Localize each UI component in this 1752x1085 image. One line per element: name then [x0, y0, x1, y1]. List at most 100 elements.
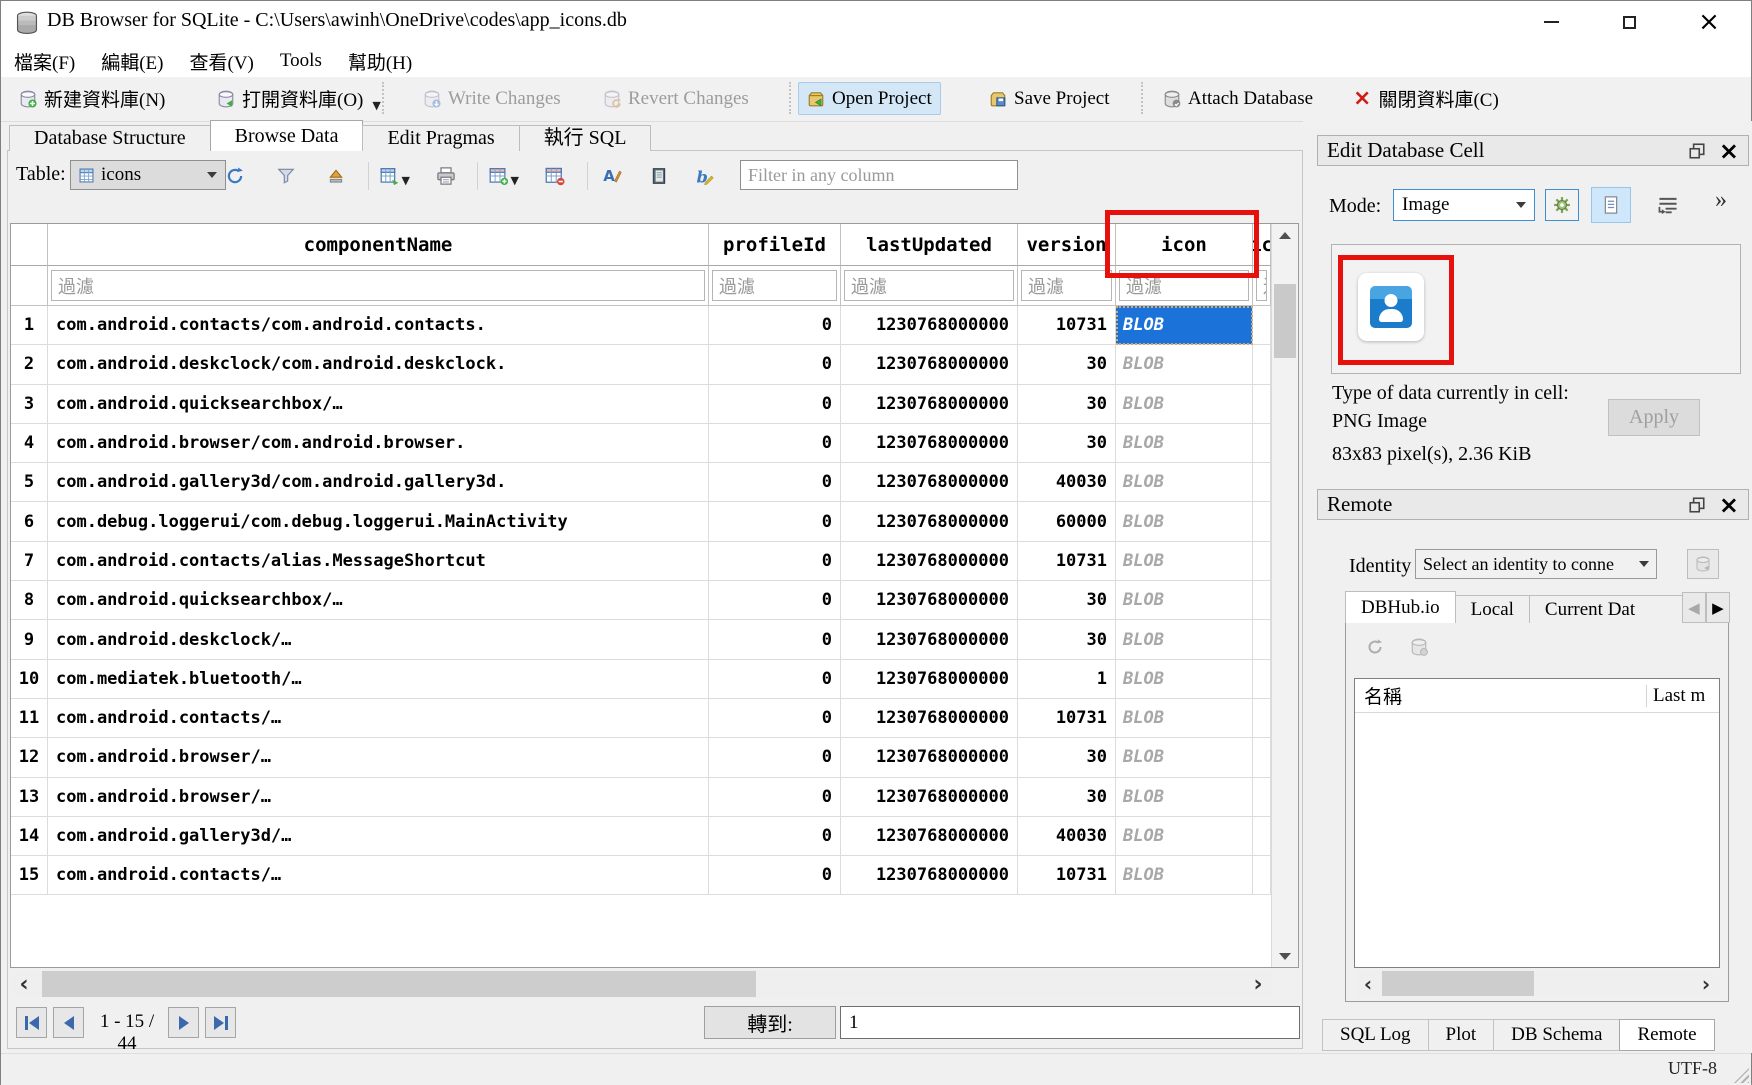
cell-componentName[interactable]: com.android.quicksearchbox/… — [48, 385, 709, 424]
cell-profileId[interactable]: 0 — [709, 542, 841, 581]
cell-icon-blob[interactable]: BLOB — [1116, 620, 1253, 659]
global-filter-input[interactable] — [740, 160, 1018, 190]
cell-profileId[interactable]: 0 — [709, 660, 841, 699]
cell-icon-blob[interactable]: BLOB — [1116, 581, 1253, 620]
scroll-down-button[interactable] — [1272, 945, 1298, 967]
cell-componentName[interactable]: com.android.contacts/… — [48, 699, 709, 738]
column-header-icon[interactable]: icon — [1116, 224, 1253, 266]
cell-version[interactable]: 30 — [1018, 778, 1116, 817]
cell-version[interactable]: 1 — [1018, 660, 1116, 699]
cell-profileId[interactable]: 0 — [709, 620, 841, 659]
print-button[interactable] — [431, 162, 461, 190]
dock-tab-remote[interactable]: Remote — [1619, 1019, 1714, 1051]
cell-icon-blob[interactable]: BLOB — [1116, 856, 1253, 895]
previous-records-button[interactable] — [53, 1007, 84, 1038]
clear-filters-button[interactable] — [271, 162, 301, 190]
cell-version[interactable]: 10731 — [1018, 699, 1116, 738]
tab-edit-pragmas[interactable]: Edit Pragmas — [362, 125, 519, 151]
row-number[interactable]: 13 — [11, 778, 48, 817]
cell-lastUpdated[interactable]: 1230768000000 — [841, 699, 1018, 738]
cell-profileId[interactable]: 0 — [709, 817, 841, 856]
minimize-button[interactable] — [1523, 3, 1579, 41]
cell-componentName[interactable]: com.android.contacts/alias.MessageShortc… — [48, 542, 709, 581]
resize-grip[interactable] — [1734, 1068, 1749, 1083]
remote-tab-local[interactable]: Local — [1455, 595, 1530, 623]
menu-item[interactable]: Tools — [267, 45, 335, 77]
filter-input-lastUpdated[interactable]: 過濾 — [844, 270, 1014, 301]
revert-changes-button[interactable]: Revert Changes — [595, 82, 757, 115]
close-dock-icon[interactable]: × — [1719, 496, 1739, 514]
cell-componentName[interactable]: com.android.browser/… — [48, 778, 709, 817]
cell-partial[interactable] — [1253, 778, 1271, 817]
cell-partial[interactable] — [1253, 345, 1271, 384]
remote-list-header-last-modified[interactable]: Last m — [1646, 685, 1719, 707]
save-filter-button[interactable] — [321, 162, 351, 190]
cell-componentName[interactable]: com.android.browser/com.android.browser. — [48, 424, 709, 463]
row-number[interactable]: 11 — [11, 699, 48, 738]
more-tools-button[interactable]: » — [1715, 187, 1727, 214]
row-number[interactable]: 5 — [11, 463, 48, 502]
cell-icon-blob[interactable]: BLOB — [1116, 463, 1253, 502]
cell-componentName[interactable]: com.android.browser/… — [48, 738, 709, 777]
row-number[interactable]: 9 — [11, 620, 48, 659]
insert-record-button[interactable]: ▼ — [489, 162, 519, 190]
close-dock-icon[interactable]: × — [1719, 142, 1739, 160]
column-format-button[interactable] — [644, 162, 674, 190]
close-database-button[interactable]: × 關閉資料庫(C) — [1345, 82, 1507, 115]
cell-componentName[interactable]: com.android.contacts/com.android.contact… — [48, 306, 709, 345]
cell-partial[interactable] — [1253, 306, 1271, 345]
cell-componentName[interactable]: com.android.deskclock/com.android.deskcl… — [48, 345, 709, 384]
cell-componentName[interactable]: com.android.deskclock/… — [48, 620, 709, 659]
cell-icon-blob[interactable]: BLOB — [1116, 345, 1253, 384]
goto-button[interactable]: 轉到: — [704, 1006, 836, 1039]
vertical-scrollbar-thumb[interactable] — [1274, 284, 1296, 358]
undock-icon[interactable] — [1688, 142, 1706, 160]
cell-version[interactable]: 10731 — [1018, 306, 1116, 345]
mode-select[interactable]: Image — [1393, 189, 1535, 221]
cell-lastUpdated[interactable]: 1230768000000 — [841, 738, 1018, 777]
dock-tab-db-schema[interactable]: DB Schema — [1493, 1019, 1620, 1051]
cell-icon-blob[interactable]: BLOB — [1116, 699, 1253, 738]
delete-record-button[interactable] — [540, 162, 570, 190]
cell-profileId[interactable]: 0 — [709, 856, 841, 895]
text-mode-button[interactable] — [1591, 187, 1631, 223]
cell-profileId[interactable]: 0 — [709, 699, 841, 738]
vertical-scrollbar[interactable] — [1271, 224, 1298, 967]
cell-partial[interactable] — [1253, 738, 1271, 777]
cell-lastUpdated[interactable]: 1230768000000 — [841, 345, 1018, 384]
column-header-version[interactable]: version — [1018, 224, 1116, 266]
filter-input-componentName[interactable]: 過濾 — [51, 270, 705, 301]
first-record-button[interactable] — [16, 1007, 47, 1038]
cell-lastUpdated[interactable]: 1230768000000 — [841, 542, 1018, 581]
menu-item[interactable]: 檔案(F) — [1, 45, 88, 77]
cell-profileId[interactable]: 0 — [709, 738, 841, 777]
sort-edit-button[interactable]: A — [597, 162, 627, 190]
scroll-left-button[interactable]: ‹ — [1355, 970, 1381, 997]
cell-partial[interactable] — [1253, 424, 1271, 463]
filter-input-icon[interactable]: 過濾 — [1119, 270, 1249, 301]
cell-profileId[interactable]: 0 — [709, 463, 841, 502]
scroll-left-button[interactable]: ‹ — [10, 970, 38, 998]
scroll-right-button[interactable]: › — [1244, 970, 1272, 998]
cell-lastUpdated[interactable]: 1230768000000 — [841, 424, 1018, 463]
cell-version[interactable]: 30 — [1018, 581, 1116, 620]
cell-componentName[interactable]: com.debug.loggerui/com.debug.loggerui.Ma… — [48, 502, 709, 541]
cell-icon-blob[interactable]: BLOB — [1116, 660, 1253, 699]
cell-profileId[interactable]: 0 — [709, 424, 841, 463]
export-table-dropdown-icon[interactable]: ▼ — [402, 174, 410, 190]
cell-version[interactable]: 30 — [1018, 620, 1116, 659]
scroll-up-button[interactable] — [1272, 224, 1298, 246]
row-number[interactable]: 10 — [11, 660, 48, 699]
attach-database-button[interactable]: Attach Database — [1155, 82, 1321, 115]
remote-tab-dbhub-io[interactable]: DBHub.io — [1345, 591, 1456, 623]
table-select[interactable]: icons — [70, 160, 226, 190]
edit-cell-toggle-button[interactable]: b — [689, 162, 719, 190]
row-number[interactable]: 12 — [11, 738, 48, 777]
filter-input-partial[interactable]: 過 — [1256, 270, 1267, 301]
maximize-button[interactable] — [1601, 3, 1657, 41]
tab-database-structure[interactable]: Database Structure — [9, 125, 211, 151]
cell-profileId[interactable]: 0 — [709, 385, 841, 424]
row-number[interactable]: 3 — [11, 385, 48, 424]
row-number[interactable]: 7 — [11, 542, 48, 581]
cell-componentName[interactable]: com.mediatek.bluetooth/… — [48, 660, 709, 699]
